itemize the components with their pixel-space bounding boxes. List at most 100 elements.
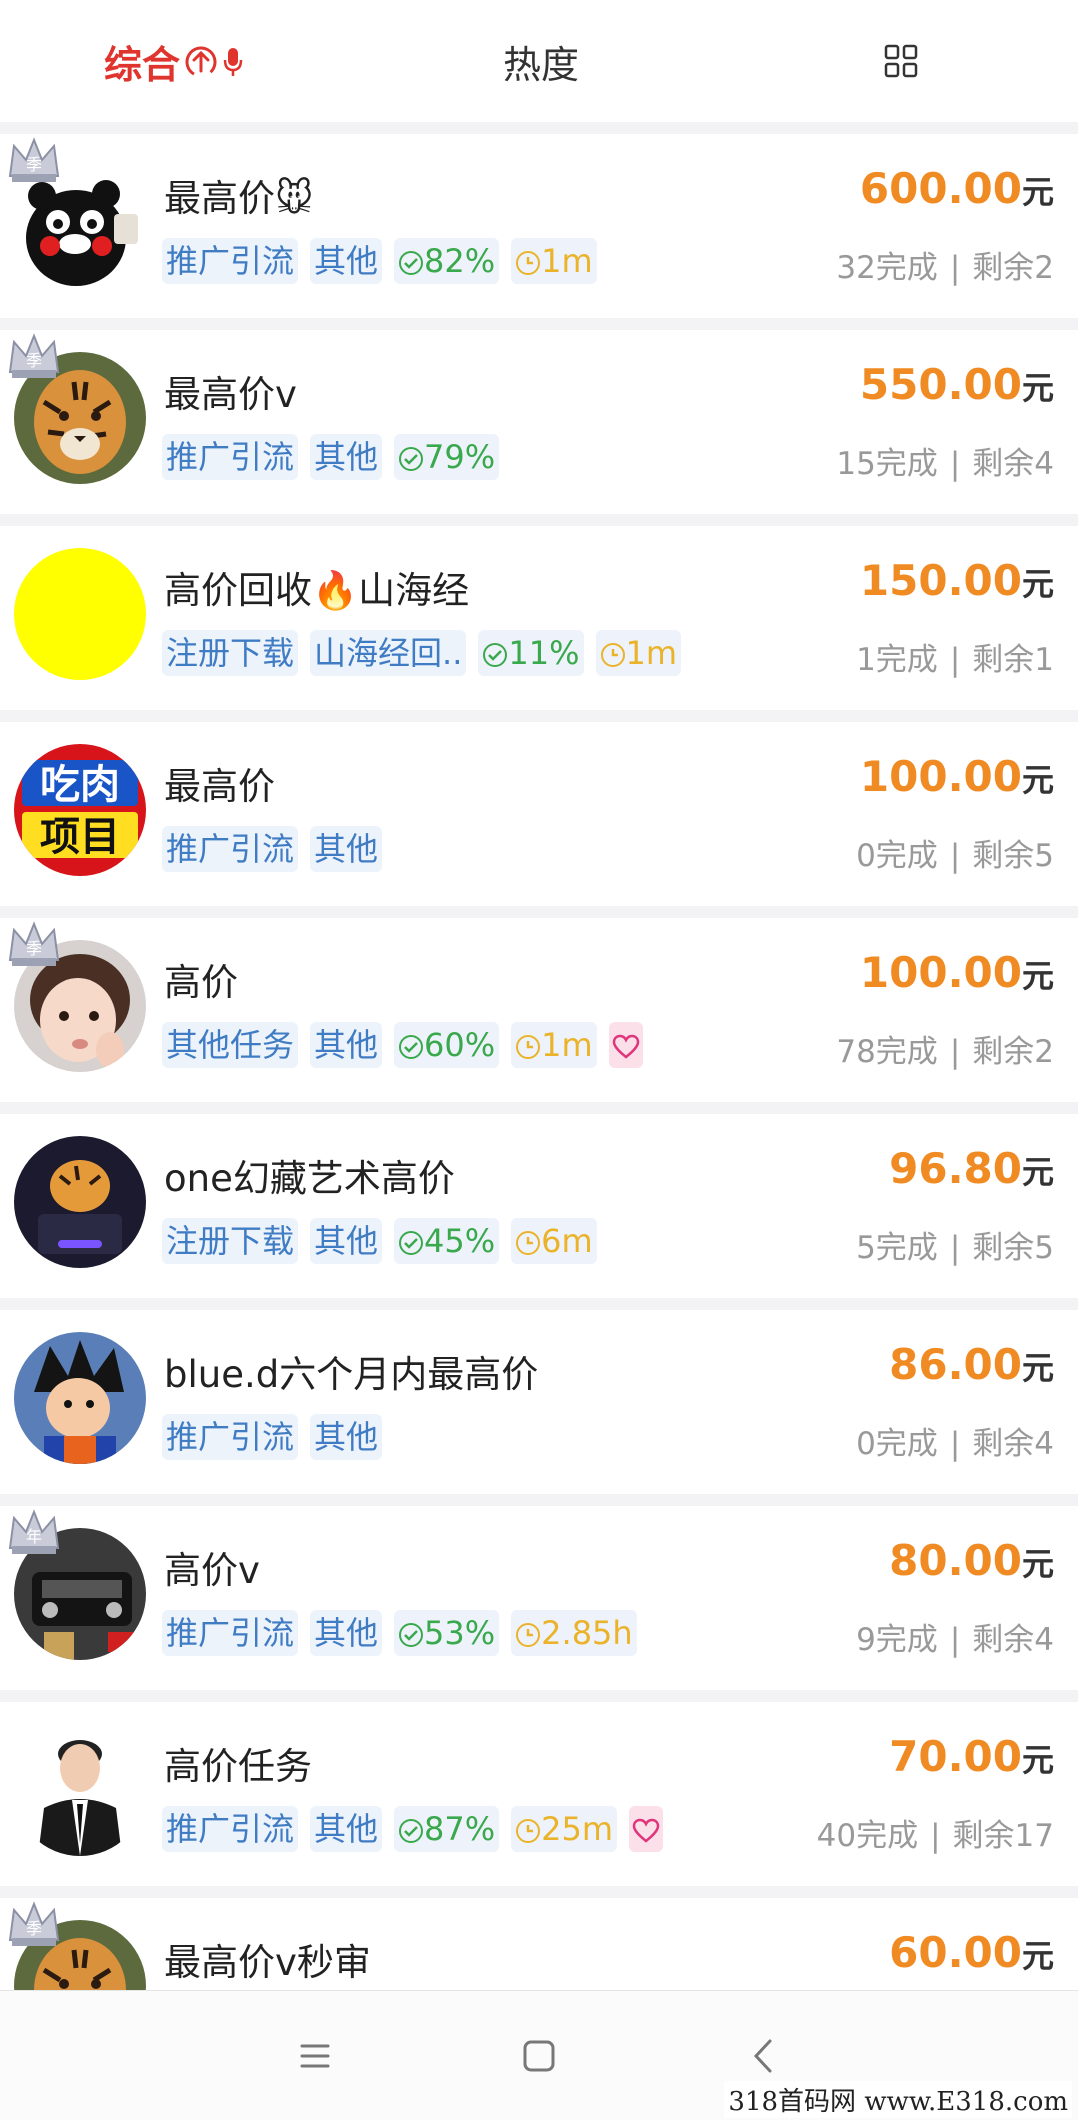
task-stats: 5完成 | 剩余5 — [856, 1222, 1054, 1267]
svg-text:季: 季 — [26, 1919, 42, 1938]
tab-hot[interactable]: 热度 — [503, 34, 579, 89]
task-avatar[interactable]: 吃肉 项目 — [14, 744, 146, 876]
svg-text:季: 季 — [26, 939, 42, 958]
stats-divider: | — [949, 1426, 961, 1462]
approval-rate-value: 79% — [424, 438, 496, 476]
heart-icon — [629, 1806, 664, 1852]
stats-divider: | — [949, 1034, 961, 1070]
category-tag: 其他 — [310, 1806, 383, 1852]
task-avatar[interactable] — [14, 1332, 146, 1464]
category-tag: 其他 — [310, 1218, 383, 1264]
task-title: 最高价v — [164, 373, 297, 416]
category-tag: 注册下载 — [162, 1218, 299, 1264]
price-value: 80.00 — [889, 1536, 1022, 1585]
price-unit: 元 — [1021, 761, 1054, 799]
price-value: 150.00 — [859, 556, 1022, 605]
task-card[interactable]: 高价任务 推广引流 其他 87% 25m 70.00元 40完成 | 剩余17 — [0, 1702, 1078, 1886]
price-unit: 元 — [1021, 565, 1054, 603]
clock-icon — [600, 643, 625, 667]
menu-icon[interactable] — [290, 2031, 340, 2081]
task-list: 季季最高价🐭推广引流其他82%1m600.00元32完成|剩余2季季最高价v推广… — [0, 134, 1078, 2094]
task-stats: 1完成 | 剩余1 — [856, 634, 1054, 679]
approval-rate-tag: 45% — [394, 1218, 500, 1264]
task-card[interactable]: 高价回收🔥山海经 注册下载 山海经回.. 11% 1m 150.00元 1完成 | 剩余1 — [0, 526, 1078, 710]
task-avatar[interactable]: 季季 — [8, 137, 146, 288]
price-unit: 元 — [1021, 1937, 1054, 1975]
stats-divider: | — [949, 642, 961, 678]
clock-icon — [516, 1623, 541, 1647]
task-title: 高价v — [164, 1549, 260, 1592]
task-title: blue.d六个月内最高价 — [164, 1353, 539, 1396]
review-time-tag: 6m — [511, 1218, 597, 1264]
task-tags: 注册下载 山海经回.. 11% 1m — [162, 630, 682, 676]
avatar-image — [14, 1332, 146, 1464]
approval-rate-tag: 11% — [478, 630, 584, 676]
remaining-count: 剩余4 — [972, 446, 1054, 482]
task-card[interactable]: 季季最高价🐭 推广引流其他 82% 1m 600.00元 32完成 | 剩余2 — [0, 134, 1078, 318]
task-avatar[interactable]: 季季 — [8, 921, 146, 1072]
category-tag: 其他 — [310, 434, 383, 480]
price-unit: 元 — [1021, 1545, 1054, 1583]
grid-view-icon[interactable] — [884, 44, 918, 78]
category-tag: 推广引流 — [162, 1806, 299, 1852]
task-card[interactable]: blue.d六个月内最高价 推广引流 其他 86.00元 0完成 | 剩余4 — [0, 1310, 1078, 1494]
task-price: 550.00元 — [860, 360, 1054, 409]
approval-rate-value: 45% — [424, 1222, 496, 1260]
system-nav-bar: 318首码网 www.E318.com — [0, 1990, 1078, 2120]
check-circle-icon — [399, 1035, 424, 1059]
mic-icon[interactable] — [222, 46, 244, 78]
tab-hot-label: 热度 — [503, 43, 580, 87]
remaining-count: 剩余2 — [972, 250, 1054, 286]
review-time-tag: 25m — [511, 1806, 618, 1852]
approval-rate-value: 11% — [508, 634, 580, 672]
approval-rate-value: 53% — [424, 1614, 496, 1652]
review-time-value: 2.85h — [541, 1614, 633, 1652]
task-avatar[interactable] — [14, 1136, 146, 1268]
completed-count: 1完成 — [856, 642, 938, 678]
task-title: 最高价🐭 — [164, 177, 314, 220]
task-avatar[interactable]: 季季 — [8, 333, 146, 484]
approval-rate-tag: 79% — [394, 434, 500, 480]
task-avatar[interactable] — [14, 548, 146, 680]
price-value: 550.00 — [859, 360, 1022, 409]
vip-crown-icon: 季 — [8, 333, 60, 378]
task-card[interactable]: 吃肉 项目 最高价 推广引流 其他 100.00元 0完成 | 剩余5 — [0, 722, 1078, 906]
check-circle-icon — [399, 447, 424, 471]
task-tags: 推广引流 其他 — [162, 826, 383, 872]
task-card[interactable]: 年年高价v 推广引流其他 53% 2.85h 80.00元 9完成 | 剩余4 — [0, 1506, 1078, 1690]
task-card[interactable]: 季季高价其他任务其他 60% 1m 100.00元 78完成 | 剩余2 — [0, 918, 1078, 1102]
avatar-image: 吃肉 项目 — [14, 744, 146, 876]
task-card[interactable]: 季季最高价v 推广引流其他 79% 550.00元 15完成 | 剩余4 — [0, 330, 1078, 514]
task-price: 80.00元 — [889, 1536, 1054, 1585]
task-card[interactable]: one幻藏艺术高价 注册下载 其他 45% 6m 96.80元 5完成 | 剩余5 — [0, 1114, 1078, 1298]
back-icon[interactable] — [740, 2031, 790, 2081]
svg-text:季: 季 — [26, 351, 42, 370]
price-unit: 元 — [1021, 1349, 1054, 1387]
avatar-image — [14, 1136, 146, 1268]
check-circle-icon — [399, 1623, 424, 1647]
task-tags: 推广引流 其他 82% 1m — [162, 238, 597, 284]
tab-comprehensive[interactable]: 综合 — [104, 34, 244, 89]
review-time-value: 6m — [541, 1222, 593, 1260]
remaining-count: 剩余4 — [972, 1426, 1054, 1462]
price-unit: 元 — [1021, 173, 1054, 211]
review-time-value: 1m — [625, 634, 678, 672]
completed-count: 9完成 — [856, 1622, 938, 1658]
approval-rate-value: 60% — [424, 1026, 496, 1064]
avatar-image — [14, 548, 146, 680]
task-tags: 推广引流 其他 53% 2.85h — [162, 1610, 637, 1656]
task-avatar[interactable]: 年年 — [8, 1509, 146, 1660]
task-stats: 78完成 | 剩余2 — [836, 1026, 1054, 1071]
sort-up-icon — [185, 46, 217, 77]
svg-text:季: 季 — [26, 155, 42, 174]
approval-rate-value: 82% — [424, 242, 496, 280]
task-avatar[interactable] — [14, 1724, 146, 1856]
completed-count: 78完成 — [836, 1034, 938, 1070]
approval-rate-tag: 60% — [394, 1022, 500, 1068]
task-stats: 40完成 | 剩余17 — [817, 1810, 1054, 1855]
task-tags: 推广引流 其他 79% — [162, 434, 500, 480]
task-list-screen: 综合 热度 季季最高价🐭推广引流其他82%1m600.00元32完成|剩余2季季… — [0, 0, 1078, 2120]
home-icon[interactable] — [514, 2031, 564, 2081]
task-title: 高价 — [164, 961, 238, 1004]
tab-comprehensive-label: 综合 — [104, 43, 181, 87]
